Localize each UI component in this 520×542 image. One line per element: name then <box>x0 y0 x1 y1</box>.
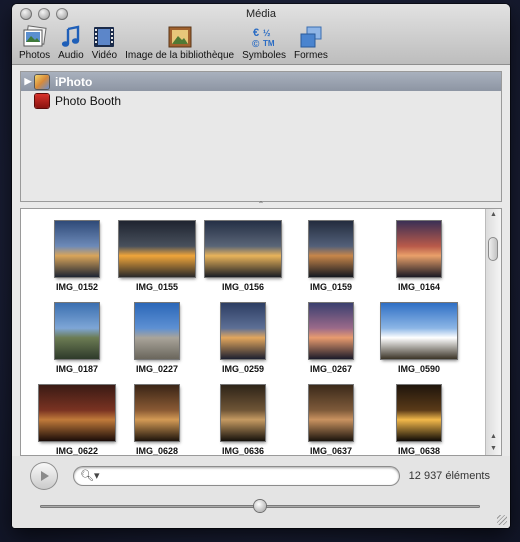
tab-video[interactable]: Vidéo <box>89 23 120 63</box>
film-strip-icon <box>92 25 116 49</box>
photo-image <box>309 303 353 359</box>
tab-label: Photos <box>19 50 51 61</box>
photo-image <box>135 385 179 441</box>
tab-label: Formes <box>294 50 328 61</box>
photo-image <box>309 221 353 277</box>
photo-thumbnail[interactable]: IMG_0636 <box>203 385 283 456</box>
photo-label: IMG_0227 <box>135 364 179 374</box>
window-title: Média <box>246 8 276 20</box>
photo-thumbnail[interactable]: IMG_0155 <box>117 221 197 292</box>
photo-grid: IMG_0152 IMG_0155 IMG_0156 IMG_0159 IMG_0164… <box>20 208 502 456</box>
scroll-down-arrow-icon[interactable]: ▼ <box>486 443 501 455</box>
photo-image <box>221 385 265 441</box>
photo-thumbnail[interactable]: IMG_0622 <box>37 385 117 456</box>
tab-photos[interactable]: Photos <box>16 23 53 63</box>
photo-label: IMG_0156 <box>221 282 265 292</box>
tab-label: Vidéo <box>91 50 118 61</box>
photo-thumbnail[interactable]: IMG_0628 <box>117 385 197 456</box>
item-count: 12 937 éléments <box>408 470 490 482</box>
tab-symbols[interactable]: € ½ © TM Symboles <box>239 23 289 63</box>
tab-library-image[interactable]: Image de la bibliothèque <box>122 23 237 63</box>
play-icon <box>41 471 49 481</box>
photo-image <box>309 385 353 441</box>
tab-audio[interactable]: Audio <box>55 23 87 63</box>
svg-text:TM: TM <box>263 39 275 48</box>
tab-shapes[interactable]: Formes <box>291 23 331 63</box>
photo-image <box>397 385 441 441</box>
photo-thumbnail[interactable]: IMG_0227 <box>117 303 197 374</box>
photo-label: IMG_0622 <box>55 446 99 456</box>
photo-booth-icon <box>35 93 49 108</box>
search-input[interactable] <box>100 468 394 485</box>
photo-image <box>205 221 281 277</box>
photo-image <box>55 303 99 359</box>
photo-label: IMG_0628 <box>135 446 179 456</box>
symbols-icon: € ½ © TM <box>250 25 278 49</box>
photo-thumbnail[interactable]: IMG_0590 <box>379 303 459 374</box>
photo-thumbnail[interactable]: IMG_0159 <box>291 221 371 292</box>
photo-image <box>381 303 457 359</box>
music-note-icon <box>60 25 82 49</box>
photo-image <box>119 221 195 277</box>
search-field[interactable]: 🔍︎▾ <box>74 467 399 485</box>
photo-thumbnail[interactable]: IMG_0259 <box>203 303 283 374</box>
slider-knob[interactable] <box>254 500 266 512</box>
svg-text:½: ½ <box>263 28 271 38</box>
bottom-bar: 🔍︎▾ 12 937 éléments <box>12 456 510 528</box>
photo-label: IMG_0155 <box>135 282 179 292</box>
photo-image <box>55 221 99 277</box>
tab-label: Symboles <box>242 50 287 61</box>
play-button[interactable] <box>30 462 58 490</box>
media-browser-window: Média Photos Audio Vidéo Image de la bib… <box>12 4 510 528</box>
tab-label: Image de la bibliothèque <box>125 50 235 61</box>
source-list: ▶ iPhoto ▶ Photo Booth <box>20 71 502 202</box>
photo-image <box>39 385 115 441</box>
photo-label: IMG_0187 <box>55 364 99 374</box>
photo-label: IMG_0590 <box>397 364 441 374</box>
source-item-label: iPhoto <box>55 74 93 89</box>
photo-thumbnail[interactable]: IMG_0267 <box>291 303 371 374</box>
photo-label: IMG_0259 <box>221 364 265 374</box>
photo-label: IMG_0637 <box>309 446 353 456</box>
shapes-icon <box>298 25 324 49</box>
svg-text:€: € <box>253 27 259 39</box>
photo-label: IMG_0159 <box>309 282 353 292</box>
iphoto-icon <box>35 74 49 89</box>
photos-icon <box>21 25 49 49</box>
tab-label: Audio <box>58 50 84 61</box>
photo-label: IMG_0267 <box>309 364 353 374</box>
titlebar: Média Photos Audio Vidéo Image de la bib… <box>12 4 510 65</box>
disclosure-triangle-icon[interactable]: ▶ <box>21 76 35 87</box>
photo-label: IMG_0164 <box>397 282 441 292</box>
photo-image <box>397 221 441 277</box>
photo-label: IMG_0636 <box>221 446 265 456</box>
source-item-photo-booth[interactable]: ▶ Photo Booth <box>21 91 501 110</box>
photo-thumbnail[interactable]: IMG_0156 <box>203 221 283 292</box>
photo-image <box>135 303 179 359</box>
photo-thumbnail[interactable]: IMG_0637 <box>291 385 371 456</box>
library-image-icon <box>167 25 193 49</box>
thumbnail-size-slider[interactable] <box>40 500 480 512</box>
scroll-up-arrow-icon[interactable]: ▲ <box>486 431 501 443</box>
scroll-up-arrow-icon[interactable]: ▲ <box>486 209 501 221</box>
toolbar: Photos Audio Vidéo Image de la bibliothè… <box>16 23 333 63</box>
source-item-iphoto[interactable]: ▶ iPhoto <box>21 72 501 91</box>
resize-grip[interactable] <box>497 515 507 525</box>
photo-thumbnail[interactable]: IMG_0152 <box>37 221 117 292</box>
photo-label: IMG_0638 <box>397 446 441 456</box>
photo-thumbnail[interactable]: IMG_0638 <box>379 385 459 456</box>
photo-image <box>221 303 265 359</box>
vertical-scrollbar[interactable]: ▲ ▲ ▼ <box>485 209 501 455</box>
scrollbar-thumb[interactable] <box>488 237 498 261</box>
source-item-label: Photo Booth <box>55 93 122 108</box>
photo-thumbnail[interactable]: IMG_0187 <box>37 303 117 374</box>
photo-label: IMG_0152 <box>55 282 99 292</box>
svg-text:©: © <box>252 39 260 49</box>
photo-thumbnail[interactable]: IMG_0164 <box>379 221 459 292</box>
search-icon: 🔍︎▾ <box>80 470 100 482</box>
